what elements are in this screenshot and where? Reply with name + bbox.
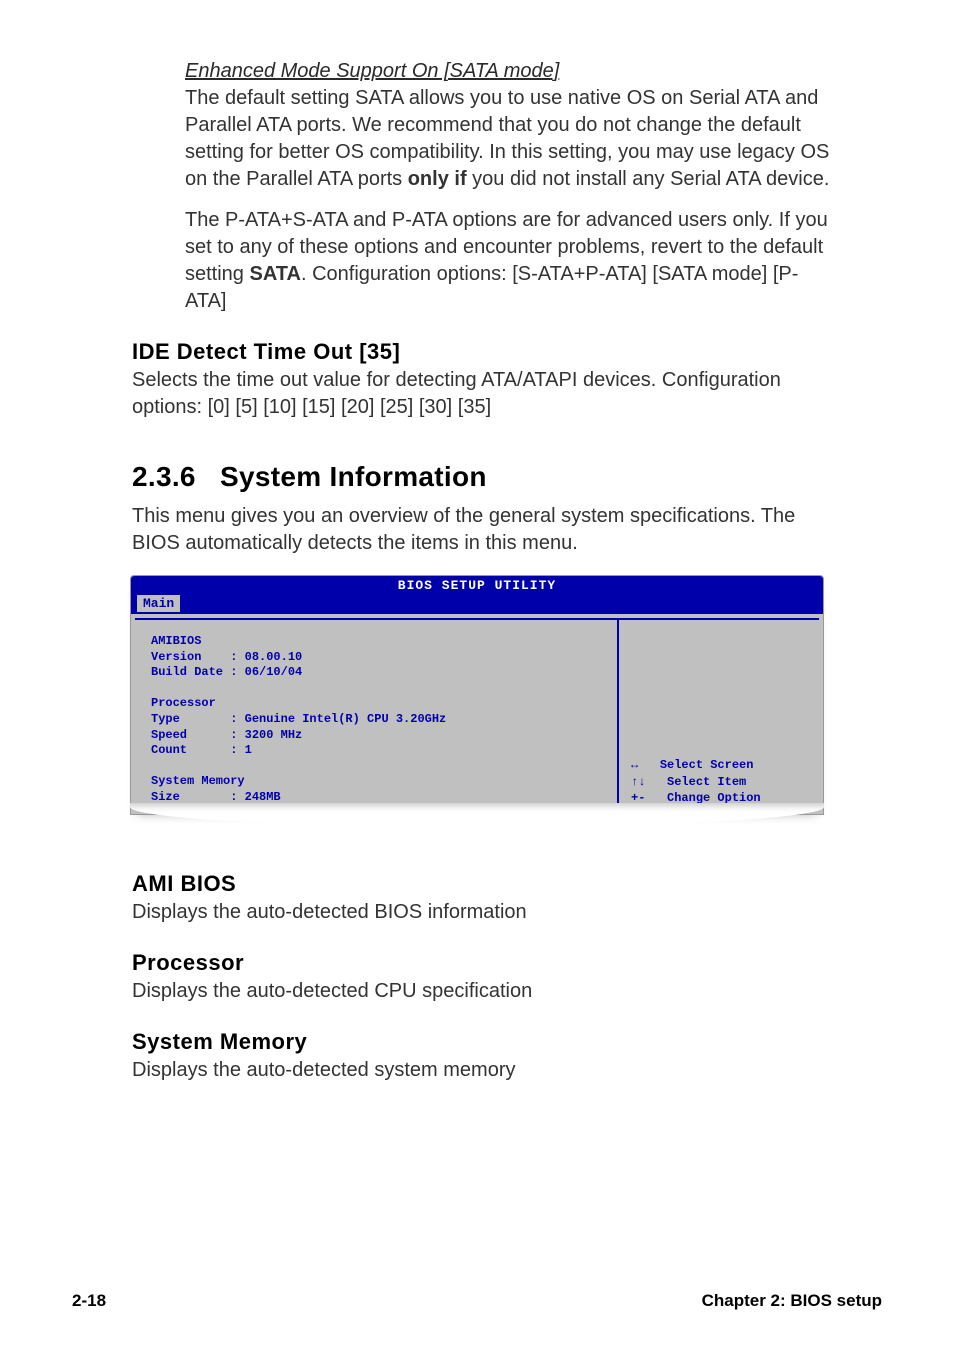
bios-bottom-curve xyxy=(130,803,824,827)
enhanced-mode-title: Enhanced Mode Support On [SATA mode] xyxy=(185,60,834,83)
footer-right: Chapter 2: BIOS setup xyxy=(702,1291,882,1311)
processor-label: Processor xyxy=(151,696,601,712)
nav-select-screen-label: Select Screen xyxy=(660,758,754,772)
page: Enhanced Mode Support On [SATA mode] The… xyxy=(0,0,954,1351)
para1-bold: only if xyxy=(408,168,467,190)
bios-screenshot: BIOS SETUP UTILITY Main AMIBIOS Version … xyxy=(130,575,824,815)
bios-tabs: Main xyxy=(131,595,823,614)
bios-tab-main: Main xyxy=(137,595,180,612)
page-footer: 2-18 Chapter 2: BIOS setup xyxy=(60,1291,894,1311)
sysinfo-section: 2.3.6 System Information This menu gives… xyxy=(132,421,834,557)
system-memory-body: Displays the auto-detected system memory xyxy=(132,1057,834,1084)
ide-detect-body: Selects the time out value for detecting… xyxy=(132,367,834,421)
nav-select-item: ↑↓ Select Item xyxy=(631,774,761,790)
bios-body: AMIBIOS Version : 08.00.10 Build Date : … xyxy=(131,614,823,814)
sysinfo-heading: 2.3.6 System Information xyxy=(132,461,834,493)
arrow-ud-icon: ↑↓ xyxy=(631,775,645,789)
enhanced-mode-para2: The P-ATA+S-ATA and P-ATA options are fo… xyxy=(185,207,834,315)
para2-bold: SATA xyxy=(249,263,300,285)
bios-title: BIOS SETUP UTILITY xyxy=(131,576,823,595)
para1-b: you did not install any Serial ATA devic… xyxy=(467,168,830,190)
enhanced-mode-section: Enhanced Mode Support On [SATA mode] The… xyxy=(185,60,834,315)
arrow-lr-icon: ↔ xyxy=(631,758,638,772)
ami-bios-body: Displays the auto-detected BIOS informat… xyxy=(132,899,834,926)
sysinfo-heading-num: 2.3.6 xyxy=(132,461,196,492)
sysinfo-intro: This menu gives you an overview of the g… xyxy=(132,503,834,557)
nav-select-item-label: Select Item xyxy=(667,775,746,789)
processor-heading: Processor xyxy=(132,950,834,976)
cpu-count: Count : 1 xyxy=(151,743,601,759)
bios-nav-help: ↔ Select Screen ↑↓ Select Item +- Change… xyxy=(631,757,761,806)
footer-left: 2-18 xyxy=(72,1291,106,1311)
cpu-type: Type : Genuine Intel(R) CPU 3.20GHz xyxy=(151,712,601,728)
subsections: AMI BIOS Displays the auto-detected BIOS… xyxy=(132,847,834,1084)
nav-select-screen: ↔ Select Screen xyxy=(631,757,761,773)
bios-right-panel: ↔ Select Screen ↑↓ Select Item +- Change… xyxy=(619,618,819,814)
processor-body: Displays the auto-detected CPU specifica… xyxy=(132,978,834,1005)
ide-detect-section: IDE Detect Time Out [35] Selects the tim… xyxy=(132,315,834,421)
sysinfo-heading-text: System Information xyxy=(220,461,487,492)
cpu-speed: Speed : 3200 MHz xyxy=(151,728,601,744)
system-memory-heading: System Memory xyxy=(132,1029,834,1055)
ami-bios-heading: AMI BIOS xyxy=(132,871,834,897)
bios-build-date: Build Date : 06/10/04 xyxy=(151,665,601,681)
bios-left-panel: AMIBIOS Version : 08.00.10 Build Date : … xyxy=(135,618,619,814)
amibios-label: AMIBIOS xyxy=(151,634,601,650)
ide-detect-heading: IDE Detect Time Out [35] xyxy=(132,339,834,365)
sysmem-label: System Memory xyxy=(151,774,601,790)
bios-version: Version : 08.00.10 xyxy=(151,650,601,666)
enhanced-mode-para1: The default setting SATA allows you to u… xyxy=(185,85,834,193)
